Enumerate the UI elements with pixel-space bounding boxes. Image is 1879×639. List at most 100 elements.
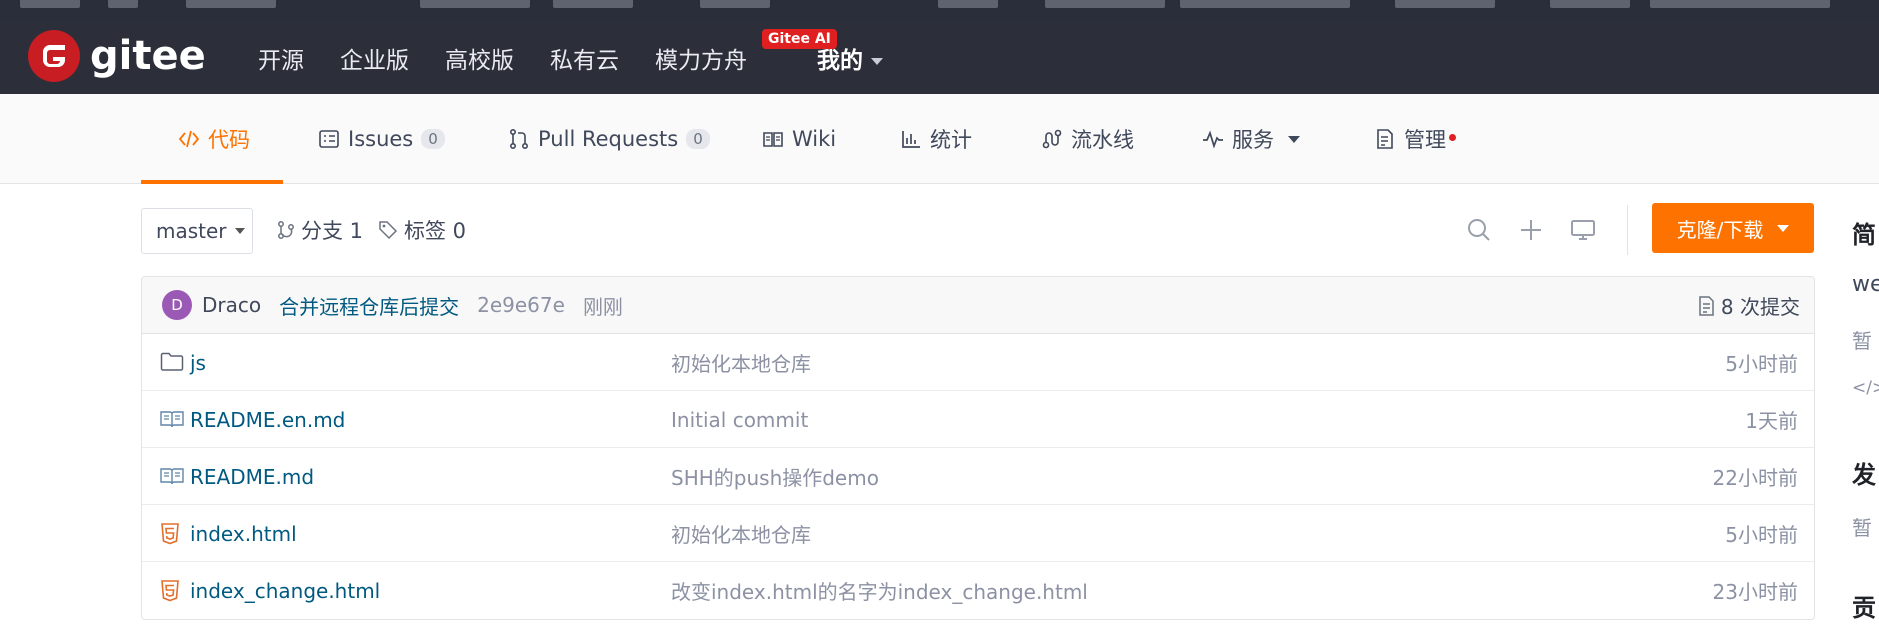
file-list: D Draco 合并远程仓库后提交 2e9e67e 刚刚 8 次提交 js 初始… [141,276,1815,620]
tab-code[interactable]: 代码 [178,94,250,184]
tab-label: 管理 [1404,128,1446,152]
pull-requests-count-badge: 0 [686,129,710,149]
chevron-down-icon [1288,135,1300,143]
tab-label: Issues [348,127,414,151]
gitee-logo-icon [28,30,80,82]
nav-open-source[interactable]: 开源 [258,41,304,75]
active-tab-underline [141,180,283,184]
tab-label: 服务 [1232,128,1274,152]
commit-hash[interactable]: 2e9e67e [477,293,565,317]
sidebar-intro-heading: 简 [1852,221,1876,249]
browser-bookmarks-bar [0,0,1879,22]
pipeline-icon [1042,129,1062,149]
clone-download-button[interactable]: 克隆/下载 [1652,203,1814,253]
nav-education[interactable]: 高校版 [445,41,514,75]
tags-label: 标签 0 [404,219,467,243]
file-name-link[interactable]: js [190,334,206,391]
tab-wiki[interactable]: Wiki [762,94,836,184]
table-row[interactable]: js 初始化本地仓库 5小时前 [142,334,1814,391]
gitee-logo[interactable]: gitee [28,30,206,82]
file-name-link[interactable]: README.md [190,448,314,505]
file-commit-message[interactable]: 初始化本地仓库 [671,505,811,562]
web-ide-icon[interactable] [1569,216,1597,244]
sidebar-intro-none: 暂 [1852,329,1872,353]
tab-label: Pull Requests [538,127,679,151]
issues-count-badge: 0 [421,129,445,149]
commits-icon [1699,295,1714,316]
tab-label: Wiki [792,127,837,151]
table-row[interactable]: index.html 初始化本地仓库 5小时前 [142,505,1814,562]
file-commit-time: 5小时前 [1725,352,1798,376]
folder-icon [160,352,184,371]
commit-time: 刚刚 [582,294,623,319]
tags-link[interactable]: 标签 0 [378,215,466,245]
logo-text: gitee [90,33,206,79]
branch-select[interactable]: master [141,208,253,254]
markdown-book-icon [160,411,184,428]
branch-select-label: master [156,219,227,243]
top-navigation-bar: gitee 开源 企业版 高校版 私有云 模力方舟 我的 Gitee AI [0,22,1879,94]
commit-message-link[interactable]: 合并远程仓库后提交 [279,291,459,320]
sidebar-release-heading: 发 [1852,461,1876,489]
file-commit-message[interactable]: SHH的push操作demo [671,448,879,505]
repo-tab-bar: 代码 Issues 0 Pull Requests 0 Wiki 统计 流水线 … [0,94,1879,184]
latest-commit-bar: D Draco 合并远程仓库后提交 2e9e67e 刚刚 8 次提交 [142,277,1814,334]
wiki-book-icon [763,132,783,147]
table-row[interactable]: README.en.md Initial commit 1天前 [142,391,1814,448]
tag-icon [379,221,398,240]
branches-link[interactable]: 分支 1 [277,215,363,245]
file-commit-message[interactable]: 初始化本地仓库 [671,334,811,391]
branches-label: 分支 1 [301,219,364,243]
gitee-ai-badge[interactable]: Gitee AI [762,29,837,49]
markdown-book-icon [160,468,184,485]
chevron-down-icon [234,228,245,234]
manage-notification-dot [1449,134,1456,141]
file-commit-message[interactable]: 改变index.html的名字为index_change.html [671,562,1088,619]
search-icon[interactable] [1465,216,1493,244]
manage-icon [1377,129,1393,149]
file-commit-time: 5小时前 [1725,523,1798,547]
nav-moli-fangzhou[interactable]: 模力方舟 [655,41,747,75]
table-row[interactable]: README.md SHH的push操作demo 22小时前 [142,448,1814,505]
tab-issues[interactable]: Issues 0 [318,94,445,184]
tab-stats[interactable]: 统计 [900,94,972,184]
pull-request-icon [509,128,529,150]
toolbar-divider [1627,205,1628,255]
table-row[interactable]: index_change.html 改变index.html的名字为index_… [142,562,1814,619]
clone-download-label: 克隆/下载 [1676,217,1764,242]
tab-label: 流水线 [1071,128,1134,152]
commit-author[interactable]: Draco [202,293,261,317]
file-commit-time: 23小时前 [1712,580,1798,604]
chevron-down-icon [1777,224,1790,232]
nav-private-cloud[interactable]: 私有云 [550,41,619,75]
avatar[interactable]: D [162,290,192,320]
tab-label: 代码 [208,128,250,152]
issues-icon [319,130,339,148]
file-name-link[interactable]: index_change.html [190,562,380,619]
add-file-icon[interactable] [1517,216,1545,244]
stats-icon [902,131,920,148]
commit-count-link[interactable]: 8 次提交 [1697,277,1800,334]
tab-pipeline[interactable]: 流水线 [1041,94,1134,184]
tab-label: 统计 [930,128,972,152]
sidebar-release-none: 暂 [1852,516,1872,540]
file-commit-message[interactable]: Initial commit [671,391,808,448]
tab-manage[interactable]: 管理 [1374,94,1446,184]
tab-pull-requests[interactable]: Pull Requests 0 [508,94,710,184]
sidebar-intro-text: we [1852,272,1879,297]
file-name-link[interactable]: README.en.md [190,391,345,448]
file-commit-time: 1天前 [1745,409,1798,433]
pulse-icon [1203,130,1223,149]
sidebar-contributors-heading: 贡 [1852,594,1876,622]
html5-file-icon [161,580,179,602]
tab-services-dropdown[interactable]: 服务 [1202,94,1300,184]
sidebar-code-icon[interactable]: </> [1852,378,1879,398]
code-icon [178,130,200,148]
file-name-link[interactable]: index.html [190,505,297,562]
chevron-down-icon [871,58,883,65]
nav-enterprise[interactable]: 企业版 [340,41,409,75]
html5-file-icon [161,523,179,545]
nav-mine-label: 我的 [817,48,863,74]
branch-icon [278,221,294,239]
commit-count-label: 8 次提交 [1720,295,1800,319]
